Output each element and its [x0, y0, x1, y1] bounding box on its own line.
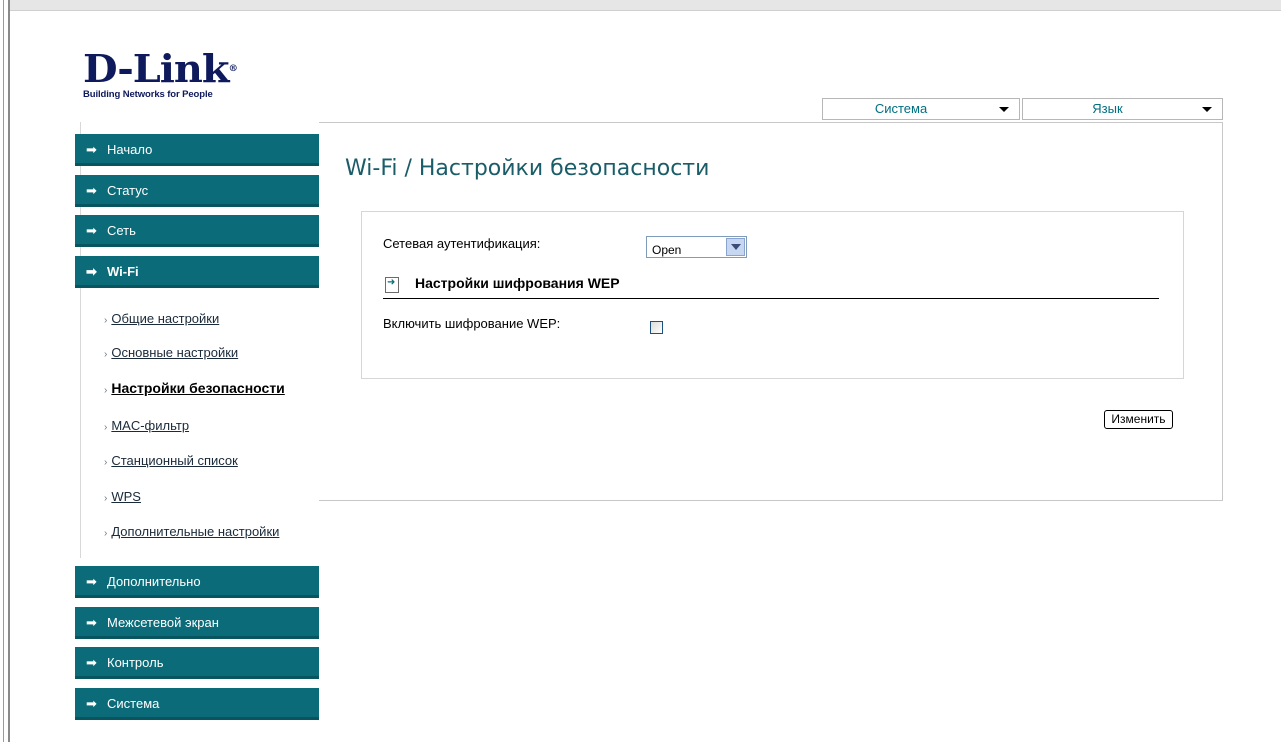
subnav-basic-settings[interactable]: › Основные настройки	[104, 345, 238, 360]
nav-item-home[interactable]: ➡ Начало	[75, 134, 319, 166]
subnav-security-settings[interactable]: › Настройки безопасности	[104, 380, 285, 396]
chevron-down-icon	[1202, 107, 1212, 112]
wep-section-header: Настройки шифрования WEP	[383, 274, 1159, 299]
nav-item-label: Статус	[107, 183, 149, 198]
window-top-edge	[0, 0, 1281, 11]
chevron-down-icon	[726, 238, 745, 256]
nav-item-wifi[interactable]: ➡ Wi-Fi	[75, 256, 319, 288]
subnav-station-list[interactable]: › Станционный список	[104, 453, 238, 468]
page-arrow-icon	[385, 277, 399, 293]
subnav-mac-filter[interactable]: › MAC-фильтр	[104, 418, 189, 433]
nav-item-label: Контроль	[107, 655, 164, 670]
nav-item-label: Сеть	[107, 223, 136, 238]
arrow-right-icon: ➡	[86, 655, 97, 670]
arrow-right-icon: ➡	[86, 264, 97, 279]
logo-brand: D-Link®	[83, 46, 238, 91]
auth-select[interactable]: Open	[646, 236, 747, 258]
wep-section-title: Настройки шифрования WEP	[415, 275, 620, 291]
subnav-general-settings[interactable]: › Общие настройки	[104, 311, 219, 326]
system-menu-select[interactable]: Система	[822, 98, 1020, 120]
nav-item-control[interactable]: ➡ Контроль	[75, 647, 319, 679]
nav-item-system[interactable]: ➡ Система	[75, 688, 319, 720]
arrow-right-icon: ➡	[86, 615, 97, 630]
nav-item-network[interactable]: ➡ Сеть	[75, 215, 319, 247]
page-title: Wi-Fi / Настройки безопасности	[345, 156, 710, 181]
subnav-advanced-settings[interactable]: › Дополнительные настройки	[104, 524, 279, 539]
nav-item-label: Система	[107, 696, 160, 711]
chevron-down-icon	[999, 107, 1009, 112]
nav-item-label: Межсетевой экран	[107, 615, 219, 630]
nav-item-advanced[interactable]: ➡ Дополнительно	[75, 566, 319, 598]
apply-button[interactable]: Изменить	[1104, 410, 1173, 429]
wep-enable-checkbox[interactable]	[650, 321, 663, 334]
nav-item-label: Начало	[107, 142, 153, 157]
arrow-right-icon: ➡	[86, 574, 97, 589]
nav-item-label: Wi-Fi	[107, 264, 139, 279]
dlink-logo: D-Link® Building Networks for People	[83, 50, 238, 101]
nav-item-firewall[interactable]: ➡ Межсетевой экран	[75, 607, 319, 639]
language-menu-select[interactable]: Язык	[1022, 98, 1223, 120]
auth-select-value: Open	[652, 243, 682, 257]
nav-item-status[interactable]: ➡ Статус	[75, 175, 319, 207]
subnav-wps[interactable]: › WPS	[104, 489, 141, 504]
arrow-right-icon: ➡	[86, 696, 97, 711]
language-menu-label: Язык	[1092, 101, 1123, 116]
arrow-right-icon: ➡	[86, 142, 97, 157]
auth-label: Сетевая аутентификация:	[383, 236, 541, 251]
arrow-right-icon: ➡	[86, 223, 97, 238]
nav-item-label: Дополнительно	[107, 574, 201, 589]
arrow-right-icon: ➡	[86, 183, 97, 198]
wep-enable-label: Включить шифрование WEP:	[383, 316, 561, 331]
window-left-edge	[0, 0, 10, 742]
system-menu-label: Система	[874, 101, 928, 116]
